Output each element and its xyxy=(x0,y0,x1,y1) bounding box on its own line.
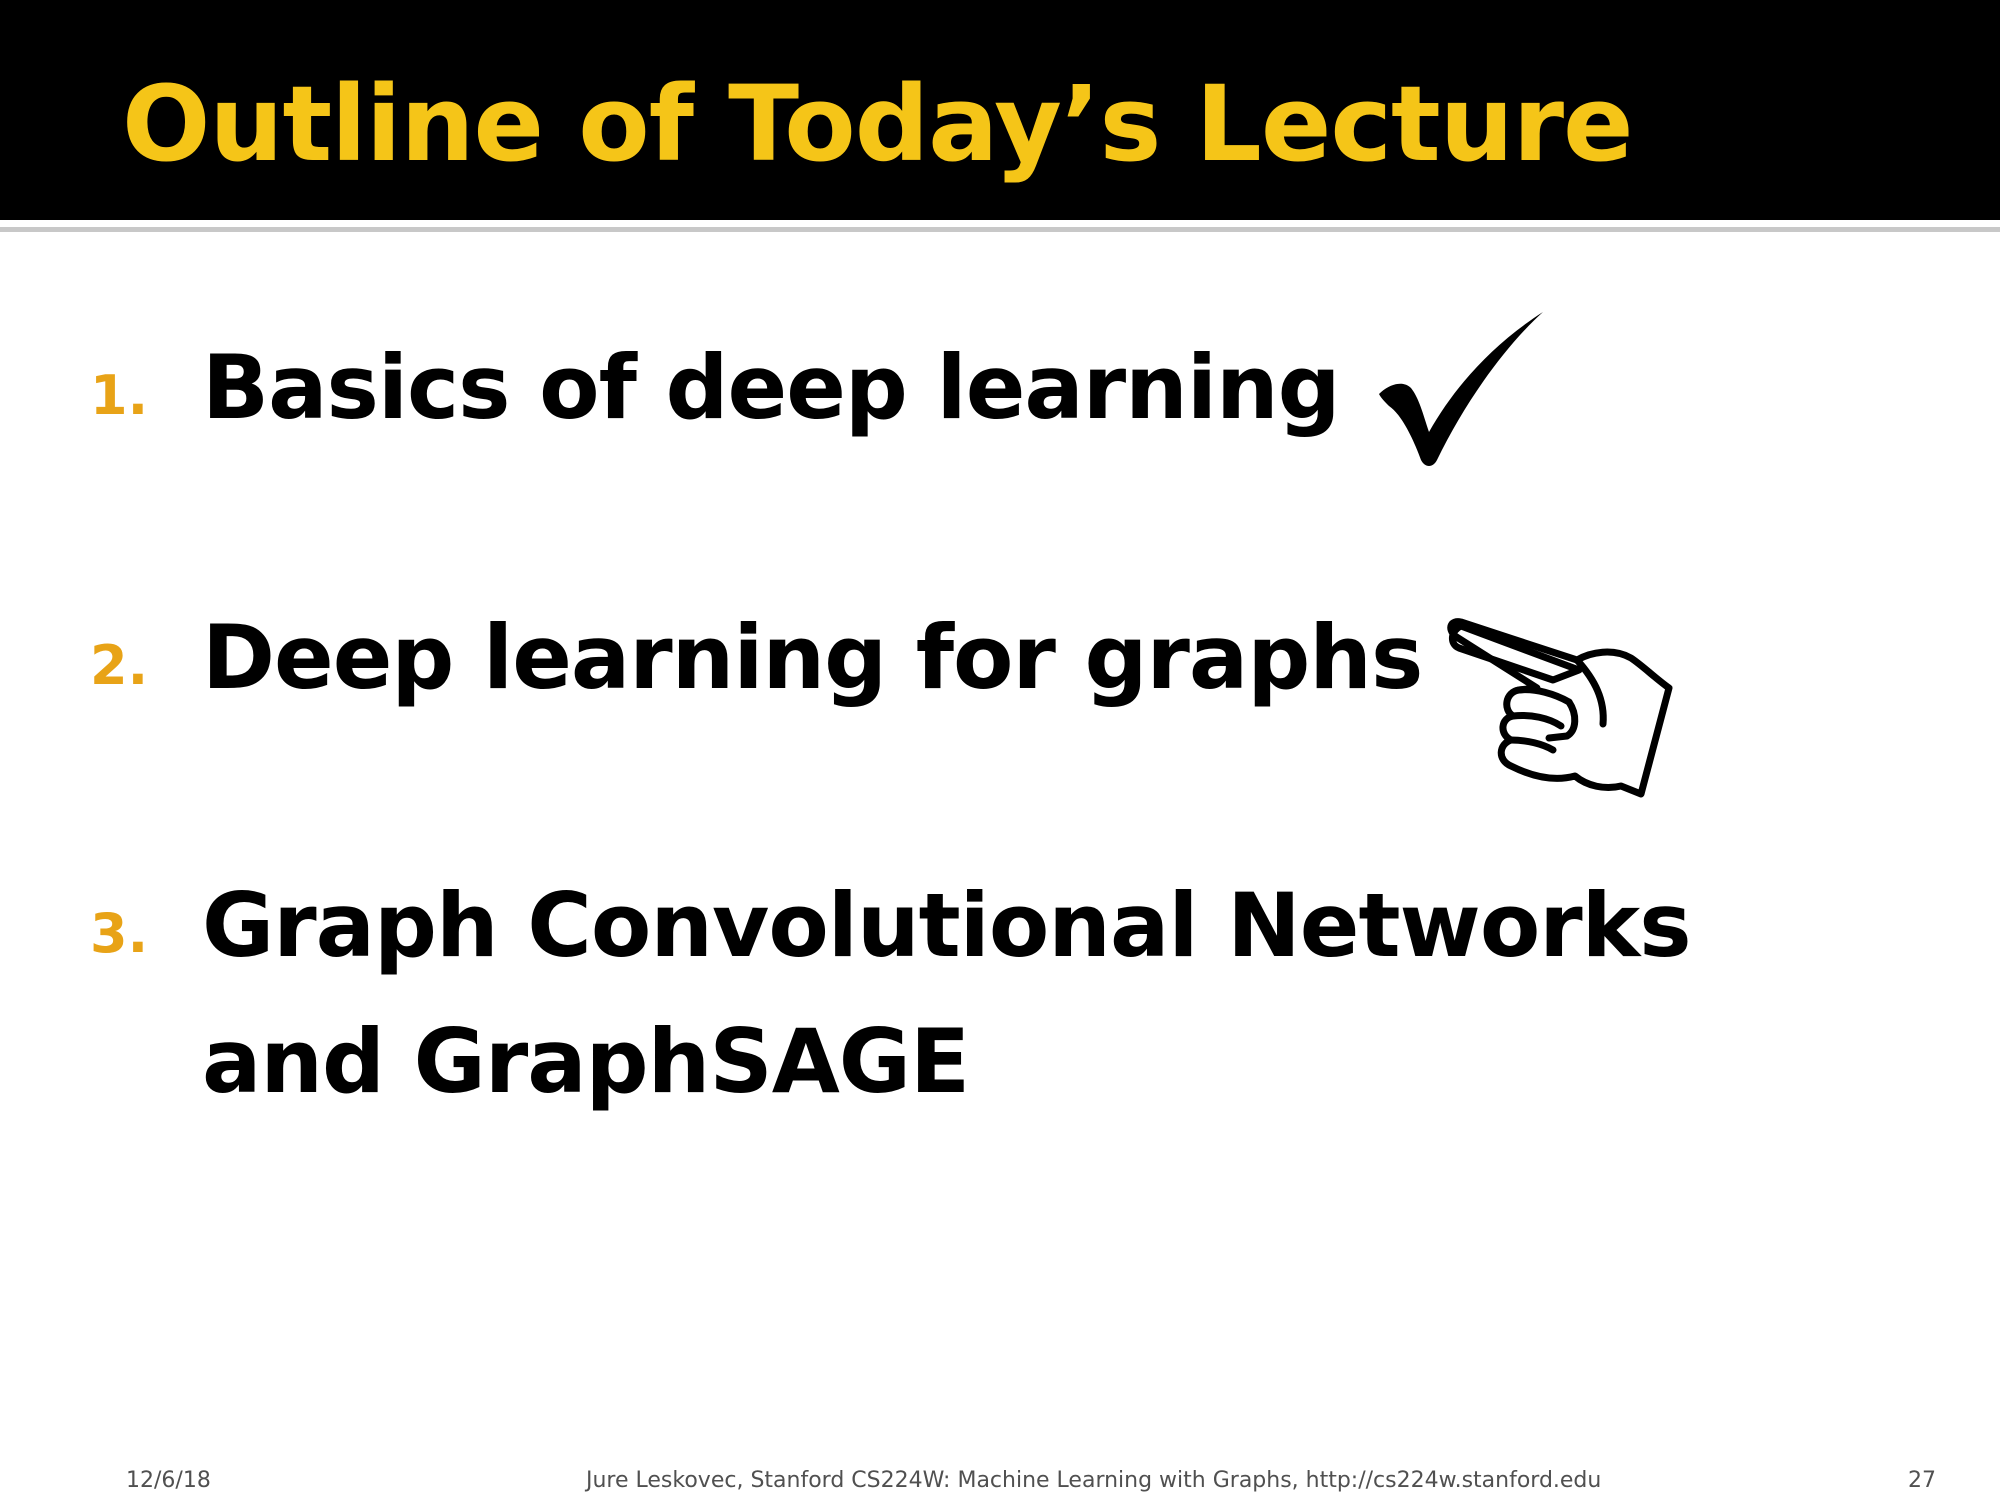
page-number: 27 xyxy=(1908,1468,1936,1493)
pointing-hand-icon xyxy=(1447,618,1673,798)
title-divider xyxy=(0,227,2000,232)
item-text: Graph Convolutional Networks and GraphSA… xyxy=(202,874,1692,1113)
title-bar: Outline of Today’s Lecture xyxy=(0,0,2000,220)
checkmark-icon xyxy=(1379,312,1543,466)
slide: Outline of Today’s Lecture 1. Basics of … xyxy=(0,0,2000,1500)
item-number: 2. xyxy=(90,634,149,697)
item-text: Basics of deep learning xyxy=(202,336,1341,439)
item-number: 1. xyxy=(90,364,149,427)
footer-credit: Jure Leskovec, Stanford CS224W: Machine … xyxy=(586,1468,1602,1493)
slide-title: Outline of Today’s Lecture xyxy=(122,63,1634,185)
footer-date: 12/6/18 xyxy=(126,1468,211,1493)
item-number: 3. xyxy=(90,902,149,965)
